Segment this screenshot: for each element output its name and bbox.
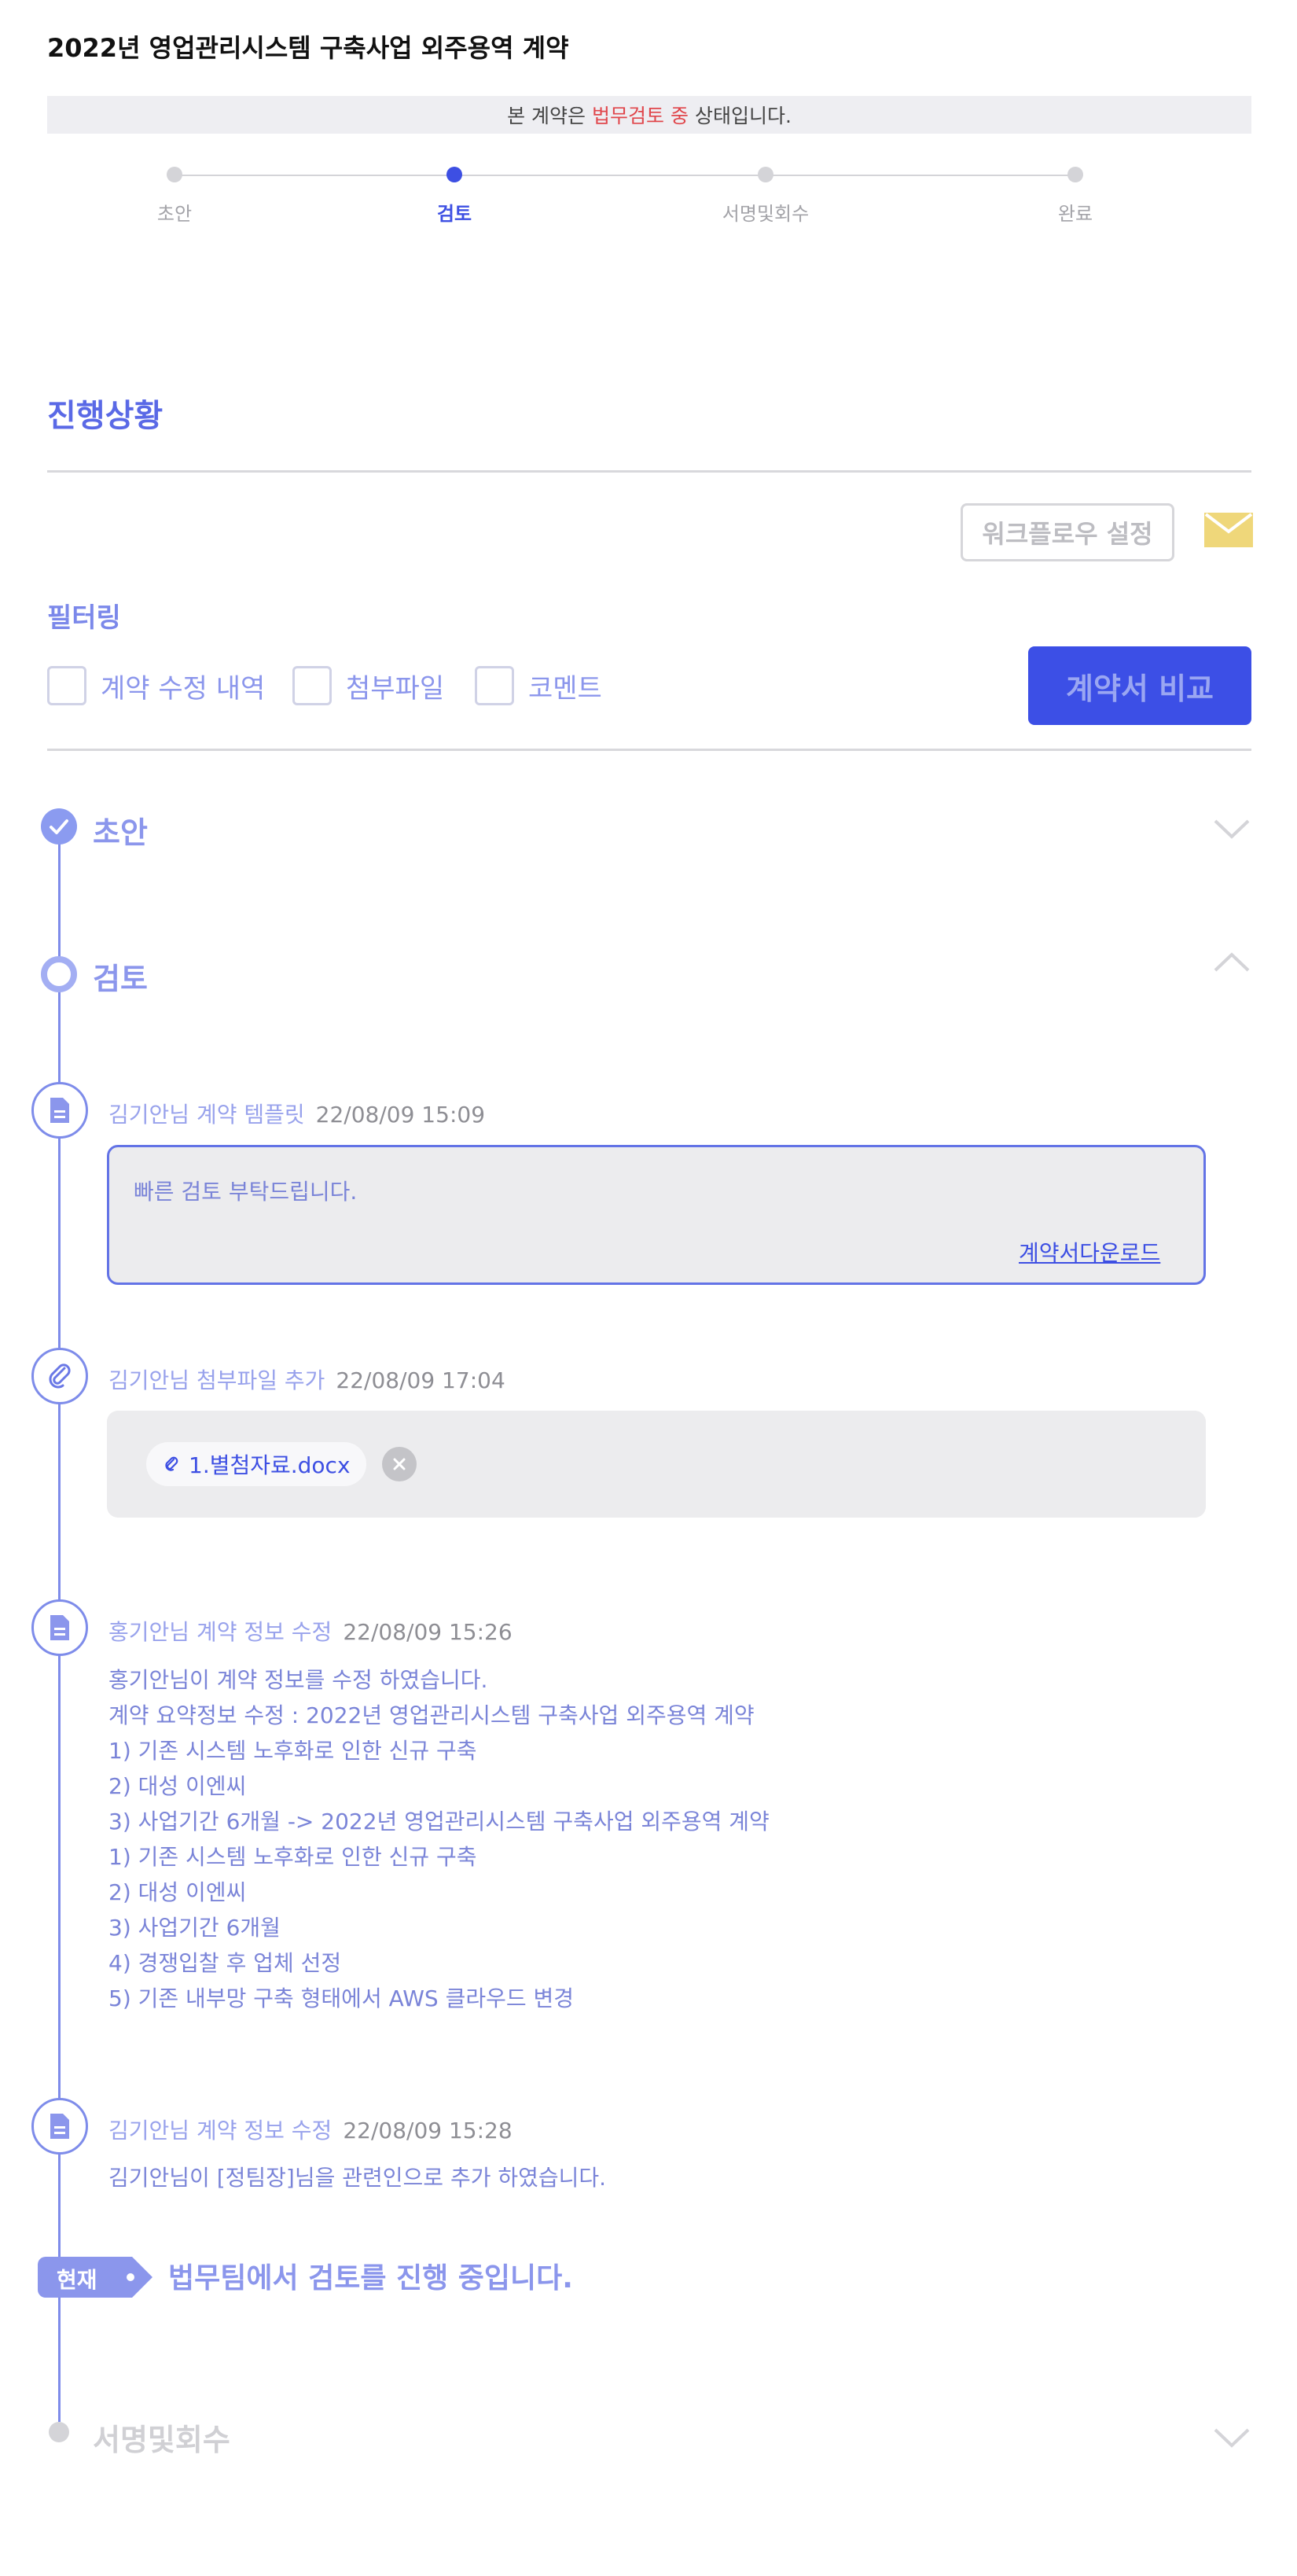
step-label-draft: 초안 [156, 203, 193, 225]
step-label-complete: 완료 [1057, 203, 1093, 225]
step-dot-complete [1067, 167, 1083, 182]
workflow-settings-button[interactable]: 워크플로우 설정 [961, 503, 1174, 561]
step-dot-review [446, 167, 462, 182]
compare-contract-button[interactable]: 계약서 비교 [1028, 646, 1251, 725]
filter-comments-label: 코멘트 [528, 672, 602, 705]
detail-line: 1) 기존 시스템 노후화로 인한 신규 구축 [108, 1844, 477, 1870]
status-prefix: 본 계약은 [507, 105, 586, 127]
event-timestamp: 22/08/09 17:04 [336, 1367, 505, 1393]
filter-comments-checkbox[interactable] [475, 666, 514, 705]
paperclip-icon [165, 1456, 178, 1471]
comment-text: 빠른 검토 부탁드립니다. [134, 1179, 358, 1205]
filter-attachments-checkbox[interactable] [292, 666, 332, 705]
status-suffix: 상태입니다. [694, 105, 792, 127]
mail-icon[interactable] [1204, 513, 1253, 547]
filter-attachments[interactable]: 첨부파일 [292, 665, 444, 706]
event-author: 김기안님 첨부파일 추가 [108, 1367, 325, 1393]
current-status-message: 법무팀에서 검토를 진행 중입니다. [168, 2262, 573, 2294]
status-highlight: 법무검토 중 [592, 105, 689, 127]
event-header: 김기안님 계약 템플릿 22/08/09 15:09 [108, 1098, 485, 1129]
detail-line: 4) 경쟁입찰 후 업체 선정 [108, 1950, 342, 1976]
event-header: 홍기안님 계약 정보 수정 22/08/09 15:26 [108, 1615, 513, 1647]
paperclip-icon [31, 1348, 88, 1404]
filter-label: 필터링 [47, 602, 121, 634]
phase-title-review: 검토 [93, 962, 148, 996]
page-title: 2022년 영업관리시스템 구축사업 외주용역 계약 [47, 33, 569, 63]
detail-line: 3) 사업기간 6개월 -> 2022년 영업관리시스템 구축사업 외주용역 계… [108, 1809, 770, 1834]
chevron-down-icon[interactable] [1212, 2425, 1251, 2449]
step-dot-draft [167, 167, 182, 182]
event-timestamp: 22/08/09 15:09 [315, 1102, 486, 1128]
document-icon [31, 1599, 88, 1656]
detail-line: 2) 대성 이엔씨 [108, 1879, 247, 1905]
step-label-review: 검토 [436, 203, 472, 225]
filter-divider [47, 749, 1251, 751]
step-label-sign: 서명및회수 [722, 203, 810, 225]
filter-comments[interactable]: 코멘트 [475, 665, 602, 706]
current-tag-label: 현재 [57, 2267, 97, 2293]
section-title-progress: 진행상황 [47, 398, 164, 434]
event-header: 김기안님 첨부파일 추가 22/08/09 17:04 [108, 1363, 505, 1395]
step-dot-sign [758, 167, 773, 182]
phase-title-sign: 서명및회수 [93, 2423, 230, 2457]
detail-line: 계약 요약정보 수정 : 2022년 영업관리시스템 구축사업 외주용역 계약 [108, 1702, 755, 1728]
chevron-up-icon[interactable] [1212, 951, 1251, 975]
chevron-down-icon[interactable] [1212, 816, 1251, 840]
contract-status-banner: 본 계약은 법무검토 중 상태입니다. [47, 96, 1251, 134]
event-text: 김기안님이 [정팀장]님을 관련인으로 추가 하였습니다. [108, 2165, 607, 2191]
filter-edit-history-checkbox[interactable] [47, 666, 86, 705]
document-icon [31, 2098, 88, 2155]
attachment-file-chip[interactable]: 1.별첨자료.docx [146, 1442, 366, 1486]
event-timestamp: 22/08/09 15:26 [343, 1619, 513, 1645]
edit-detail-text: 홍기안님이 계약 정보를 수정 하였습니다. 계약 요약정보 수정 : 2022… [108, 1662, 770, 2016]
event-header: 김기안님 계약 정보 수정 22/08/09 15:28 [108, 2114, 513, 2145]
remove-attachment-icon[interactable] [382, 1447, 417, 1481]
detail-line: 3) 사업기간 6개월 [108, 1915, 281, 1941]
filter-edit-history[interactable]: 계약 수정 내역 [47, 665, 265, 706]
detail-line: 2) 대성 이엔씨 [108, 1773, 247, 1799]
filter-edit-history-label: 계약 수정 내역 [101, 672, 266, 705]
event-author: 김기안님 계약 정보 수정 [108, 2118, 333, 2144]
phase-title-draft: 초안 [93, 815, 148, 850]
detail-line: 5) 기존 내부망 구축 형태에서 AWS 클라우드 변경 [108, 1985, 575, 2011]
section-divider [47, 470, 1251, 473]
attachment-file-name: 1.별첨자료.docx [189, 1452, 351, 1478]
detail-line: 1) 기존 시스템 노후화로 인한 신규 구축 [108, 1738, 477, 1764]
phase-draft-check-icon [41, 808, 77, 845]
detail-line: 홍기안님이 계약 정보를 수정 하였습니다. [108, 1667, 488, 1693]
filter-attachments-label: 첨부파일 [346, 672, 445, 705]
document-icon [31, 1082, 88, 1139]
contract-download-link[interactable]: 계약서다운로드 [1019, 1236, 1160, 1268]
event-author: 김기안님 계약 템플릿 [108, 1102, 305, 1128]
phase-sign-dot [49, 2422, 69, 2442]
event-author: 홍기안님 계약 정보 수정 [108, 1619, 333, 1645]
stepper-track [175, 175, 1075, 176]
event-timestamp: 22/08/09 15:28 [343, 2118, 513, 2144]
phase-review-ring-icon [41, 956, 77, 992]
